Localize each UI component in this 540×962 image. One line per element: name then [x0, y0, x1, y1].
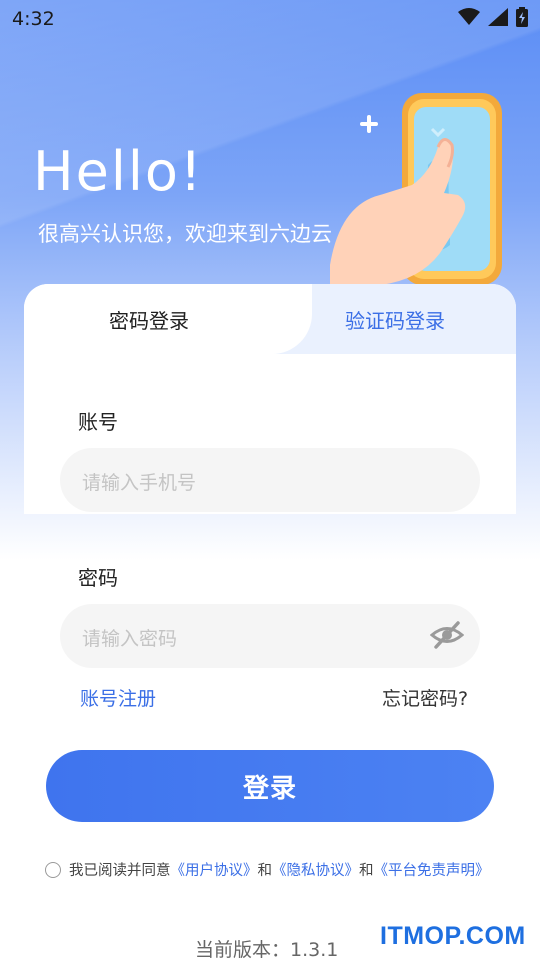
sparkle-icon — [360, 115, 378, 133]
agreement-and-2: 和 — [359, 863, 374, 879]
account-label: 账号 — [78, 410, 118, 434]
login-button[interactable]: 登录 — [46, 750, 494, 822]
agreement-row: 我已阅读并同意 《用户协议》 和 《隐私协议》 和 《平台免责声明》 — [45, 859, 490, 880]
signal-icon — [488, 8, 508, 26]
phone-hand-illustration — [330, 93, 502, 285]
status-time: 4:32 — [12, 8, 55, 30]
status-icons — [458, 7, 528, 27]
tab-code-login[interactable]: 验证码登录 — [272, 284, 516, 354]
status-bar: 4:32 — [0, 0, 540, 38]
battery-icon — [516, 7, 528, 27]
eye-off-icon[interactable] — [430, 620, 464, 650]
forgot-password-link[interactable]: 忘记密码? — [382, 684, 468, 711]
watermark: ITMOP.COM — [380, 922, 526, 950]
agreement-prefix: 我已阅读并同意 — [69, 863, 171, 879]
register-link[interactable]: 账号注册 — [80, 684, 156, 711]
welcome-subtitle: 很高兴认识您，欢迎来到六边云 — [38, 222, 332, 246]
agreement-checkbox[interactable] — [45, 861, 61, 878]
tab-password-login[interactable]: 密码登录 — [24, 284, 274, 354]
tab-code-login-label: 验证码登录 — [345, 308, 445, 333]
password-input-placeholder: 请输入密码 — [82, 628, 178, 650]
privacy-agreement-link[interactable]: 《隐私协议》 — [272, 859, 359, 880]
tab-password-login-label: 密码登录 — [109, 308, 189, 333]
account-input-placeholder: 请输入手机号 — [82, 472, 197, 494]
password-label: 密码 — [78, 566, 118, 590]
greeting-title: Hello! — [33, 140, 204, 203]
wifi-icon — [458, 8, 480, 25]
account-input[interactable]: 请输入手机号 — [60, 448, 480, 512]
password-input[interactable]: 请输入密码 — [60, 604, 480, 668]
disclaimer-link[interactable]: 《平台免责声明》 — [374, 859, 490, 880]
user-agreement-link[interactable]: 《用户协议》 — [171, 859, 258, 880]
app-version: 当前版本：1.3.1 — [195, 939, 339, 961]
agreement-and-1: 和 — [257, 863, 273, 879]
